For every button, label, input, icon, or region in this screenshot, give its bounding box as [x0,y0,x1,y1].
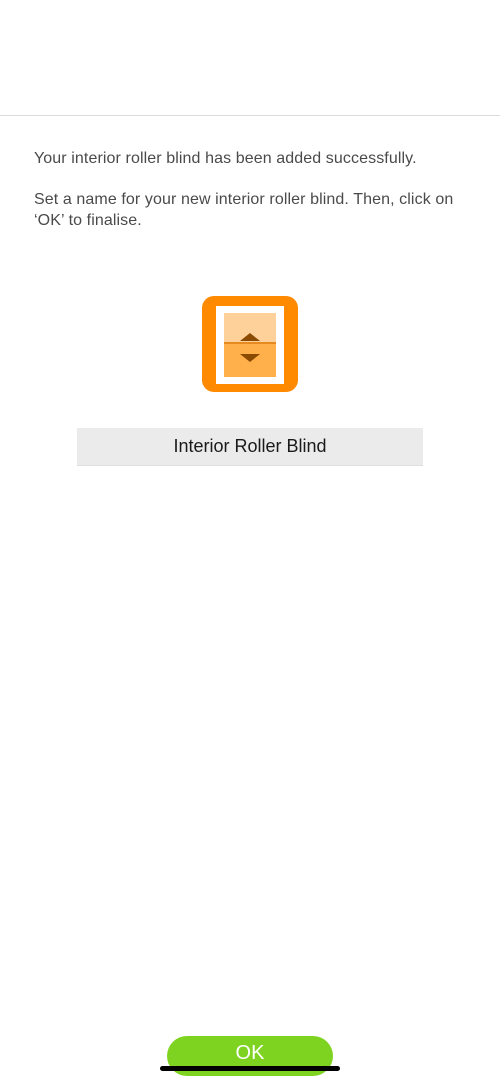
device-name-input[interactable] [77,428,423,466]
header-bar [0,0,500,116]
message-area: Your interior roller blind has been adde… [34,148,474,231]
app-screen: Your interior roller blind has been adde… [0,0,500,1082]
instruction-message: Set a name for your new interior roller … [34,191,454,229]
home-indicator [160,1066,340,1071]
roller-blind-icon [202,296,298,392]
success-message: Your interior roller blind has been adde… [34,150,417,167]
